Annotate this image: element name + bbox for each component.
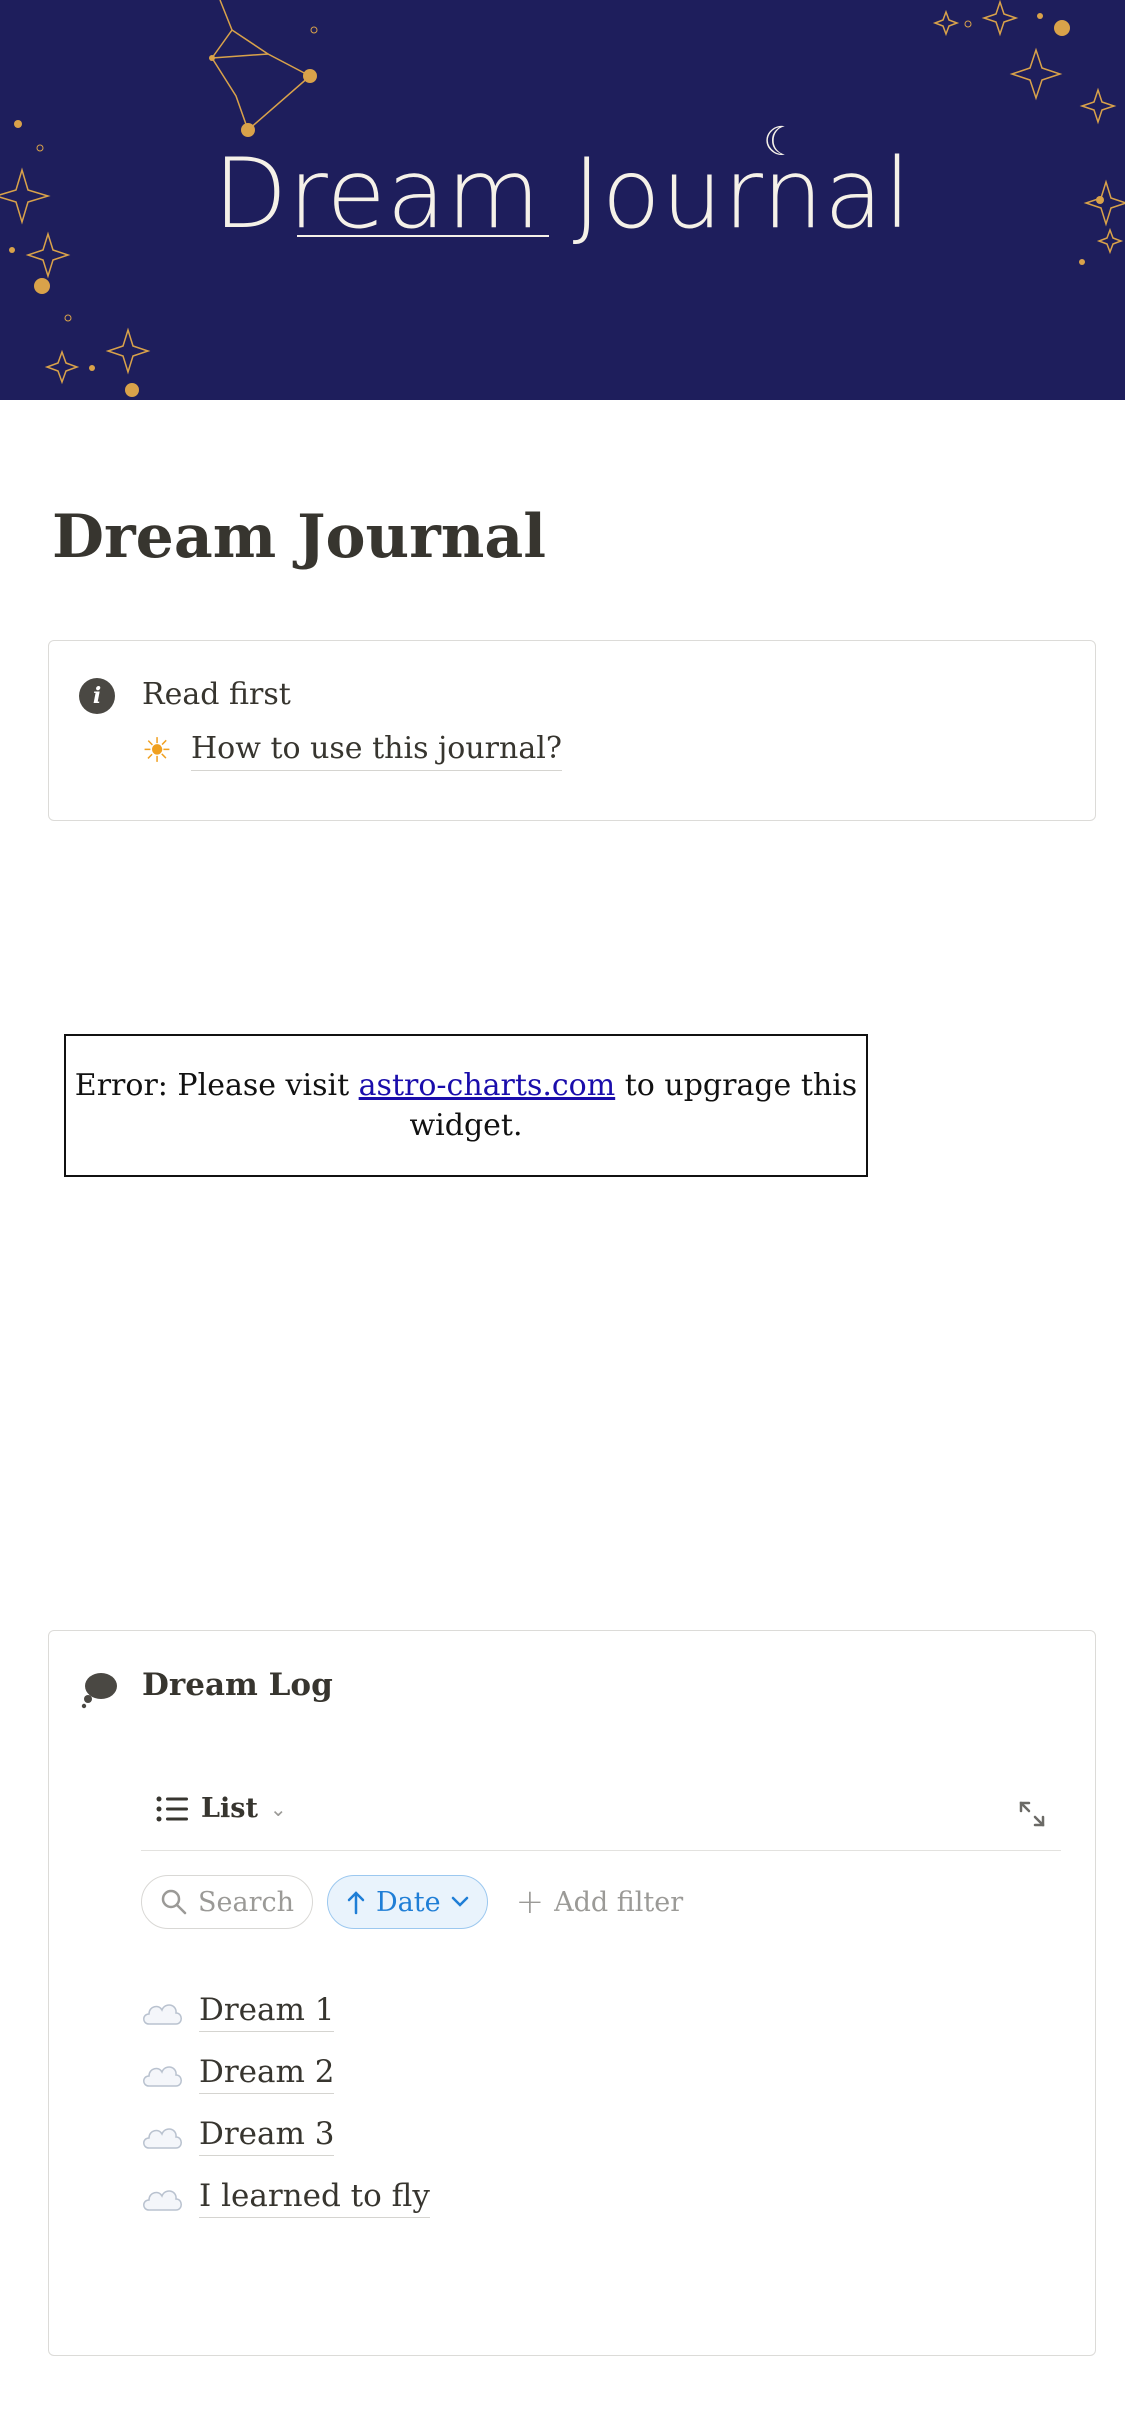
widget-error-prefix: Error: Please visit	[74, 1068, 359, 1103]
add-filter-label: Add filter	[554, 1886, 684, 1918]
sun-icon: ☀	[141, 731, 173, 771]
list-item-title: Dream 2	[199, 2054, 335, 2094]
list-item-title: Dream 1	[199, 1992, 335, 2032]
list-item[interactable]: Dream 2	[141, 2043, 430, 2105]
plus-icon: +	[515, 1882, 545, 1922]
cloud-icon	[143, 2066, 182, 2087]
database-title: Dream Log	[142, 1667, 333, 1703]
cover-title: Dream Journal	[213, 138, 912, 250]
thought-bubble-icon	[81, 1673, 117, 1709]
cloud-icon	[143, 2128, 182, 2149]
info-icon: i	[79, 678, 115, 714]
list-view-tab[interactable]: List ⌄	[155, 1793, 287, 1824]
read-first-callout: i Read first ☀ How to use this journal?	[48, 640, 1096, 821]
dream-list: Dream 1 Dream 2 Dream 3 I learned to fly	[141, 1981, 430, 2229]
add-filter-button[interactable]: + Add filter	[502, 1885, 684, 1919]
view-label: List	[201, 1793, 258, 1824]
chevron-down-icon	[451, 1896, 468, 1907]
list-item-title: I learned to fly	[199, 2178, 430, 2218]
astro-widget-error: Error: Please visit astro-charts.com to …	[64, 1034, 868, 1177]
dream-log-database: Dream Log List ⌄ Search Date + Add filte…	[48, 1630, 1096, 2356]
list-item-title: Dream 3	[199, 2116, 335, 2156]
list-item[interactable]: Dream 1	[141, 1981, 430, 2043]
cover-title-underline	[297, 235, 549, 237]
page-title: Dream Journal	[52, 502, 547, 572]
list-icon	[156, 1796, 188, 1821]
chevron-down-icon: ⌄	[269, 1796, 287, 1821]
list-item[interactable]: Dream 3	[141, 2105, 430, 2167]
list-item[interactable]: I learned to fly	[141, 2167, 430, 2229]
cloud-icon	[143, 2004, 182, 2025]
expand-icon[interactable]	[1017, 1799, 1047, 1829]
arrow-up-icon	[347, 1891, 365, 1915]
sort-date-button[interactable]: Date	[327, 1875, 488, 1929]
astro-charts-link[interactable]: astro-charts.com	[359, 1068, 616, 1103]
search-label: Search	[198, 1886, 294, 1918]
cover-crescent-icon: ☾	[763, 119, 799, 165]
search-icon	[161, 1889, 187, 1915]
view-bar: List ⌄	[141, 1781, 1061, 1851]
filter-bar: Search Date + Add filter	[141, 1875, 683, 1929]
how-to-use-link[interactable]: ☀ How to use this journal?	[137, 731, 562, 771]
search-button[interactable]: Search	[141, 1875, 313, 1929]
crescent-moon-icon[interactable]	[46, 318, 206, 478]
cloud-icon	[143, 2190, 182, 2211]
callout-heading: Read first	[142, 677, 291, 712]
sort-label: Date	[376, 1886, 441, 1918]
how-to-use-link-label: How to use this journal?	[191, 731, 562, 771]
